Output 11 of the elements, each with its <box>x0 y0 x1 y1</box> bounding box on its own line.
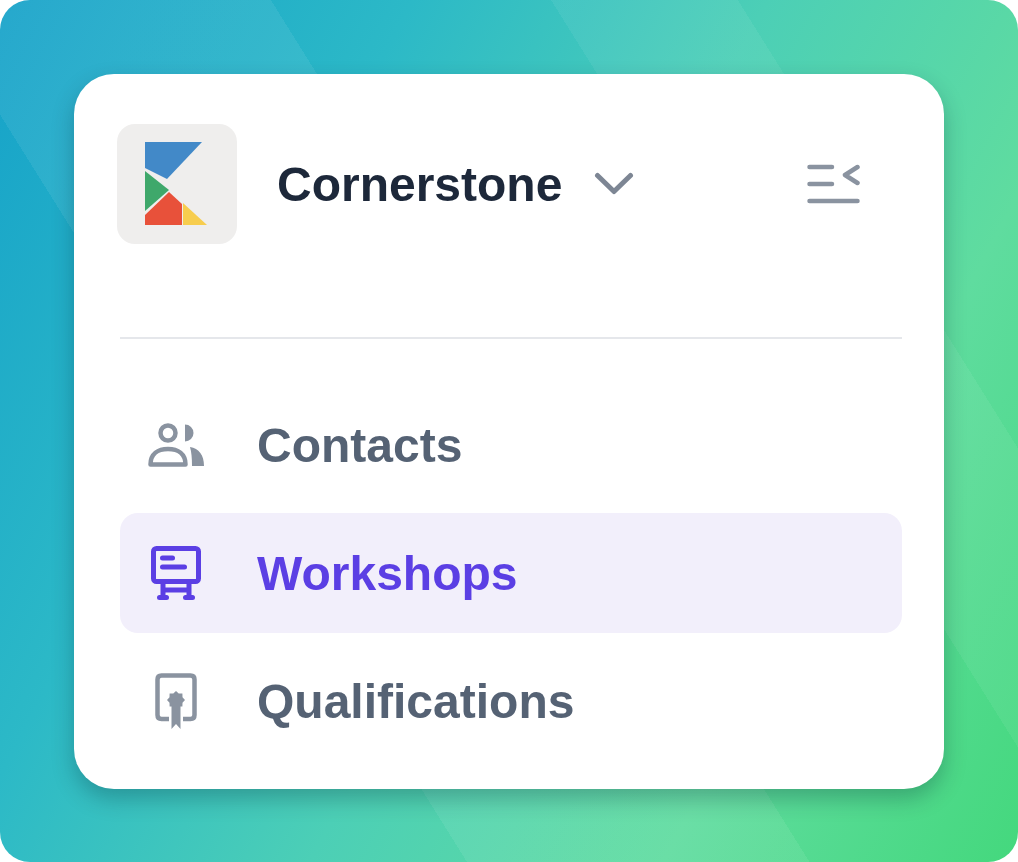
people-icon <box>147 423 205 467</box>
presentation-board-icon <box>151 546 201 600</box>
chevron-down-icon <box>594 172 635 196</box>
collapse-sidebar-icon <box>807 164 860 204</box>
workspace-switcher[interactable]: Cornerstone <box>277 156 635 212</box>
logo-icon <box>117 124 237 244</box>
certificate-icon <box>155 673 197 729</box>
nav-item[interactable]: Contacts <box>120 385 902 505</box>
collapse-sidebar-button[interactable] <box>807 164 860 204</box>
nav-item[interactable]: Workshops <box>120 513 902 633</box>
nav-item[interactable]: Qualifications <box>120 641 902 761</box>
